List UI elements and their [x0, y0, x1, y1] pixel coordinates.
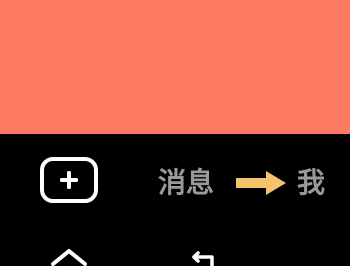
- plus-icon: [60, 171, 78, 189]
- home-icon[interactable]: [49, 247, 89, 266]
- content-area[interactable]: [0, 0, 350, 134]
- back-icon[interactable]: [188, 250, 220, 266]
- create-button[interactable]: [40, 157, 98, 203]
- app-screen: 消息 我: [0, 0, 350, 266]
- arrow-right-icon: [236, 171, 286, 195]
- tab-messages[interactable]: 消息: [158, 166, 214, 200]
- tab-me[interactable]: 我: [297, 166, 325, 200]
